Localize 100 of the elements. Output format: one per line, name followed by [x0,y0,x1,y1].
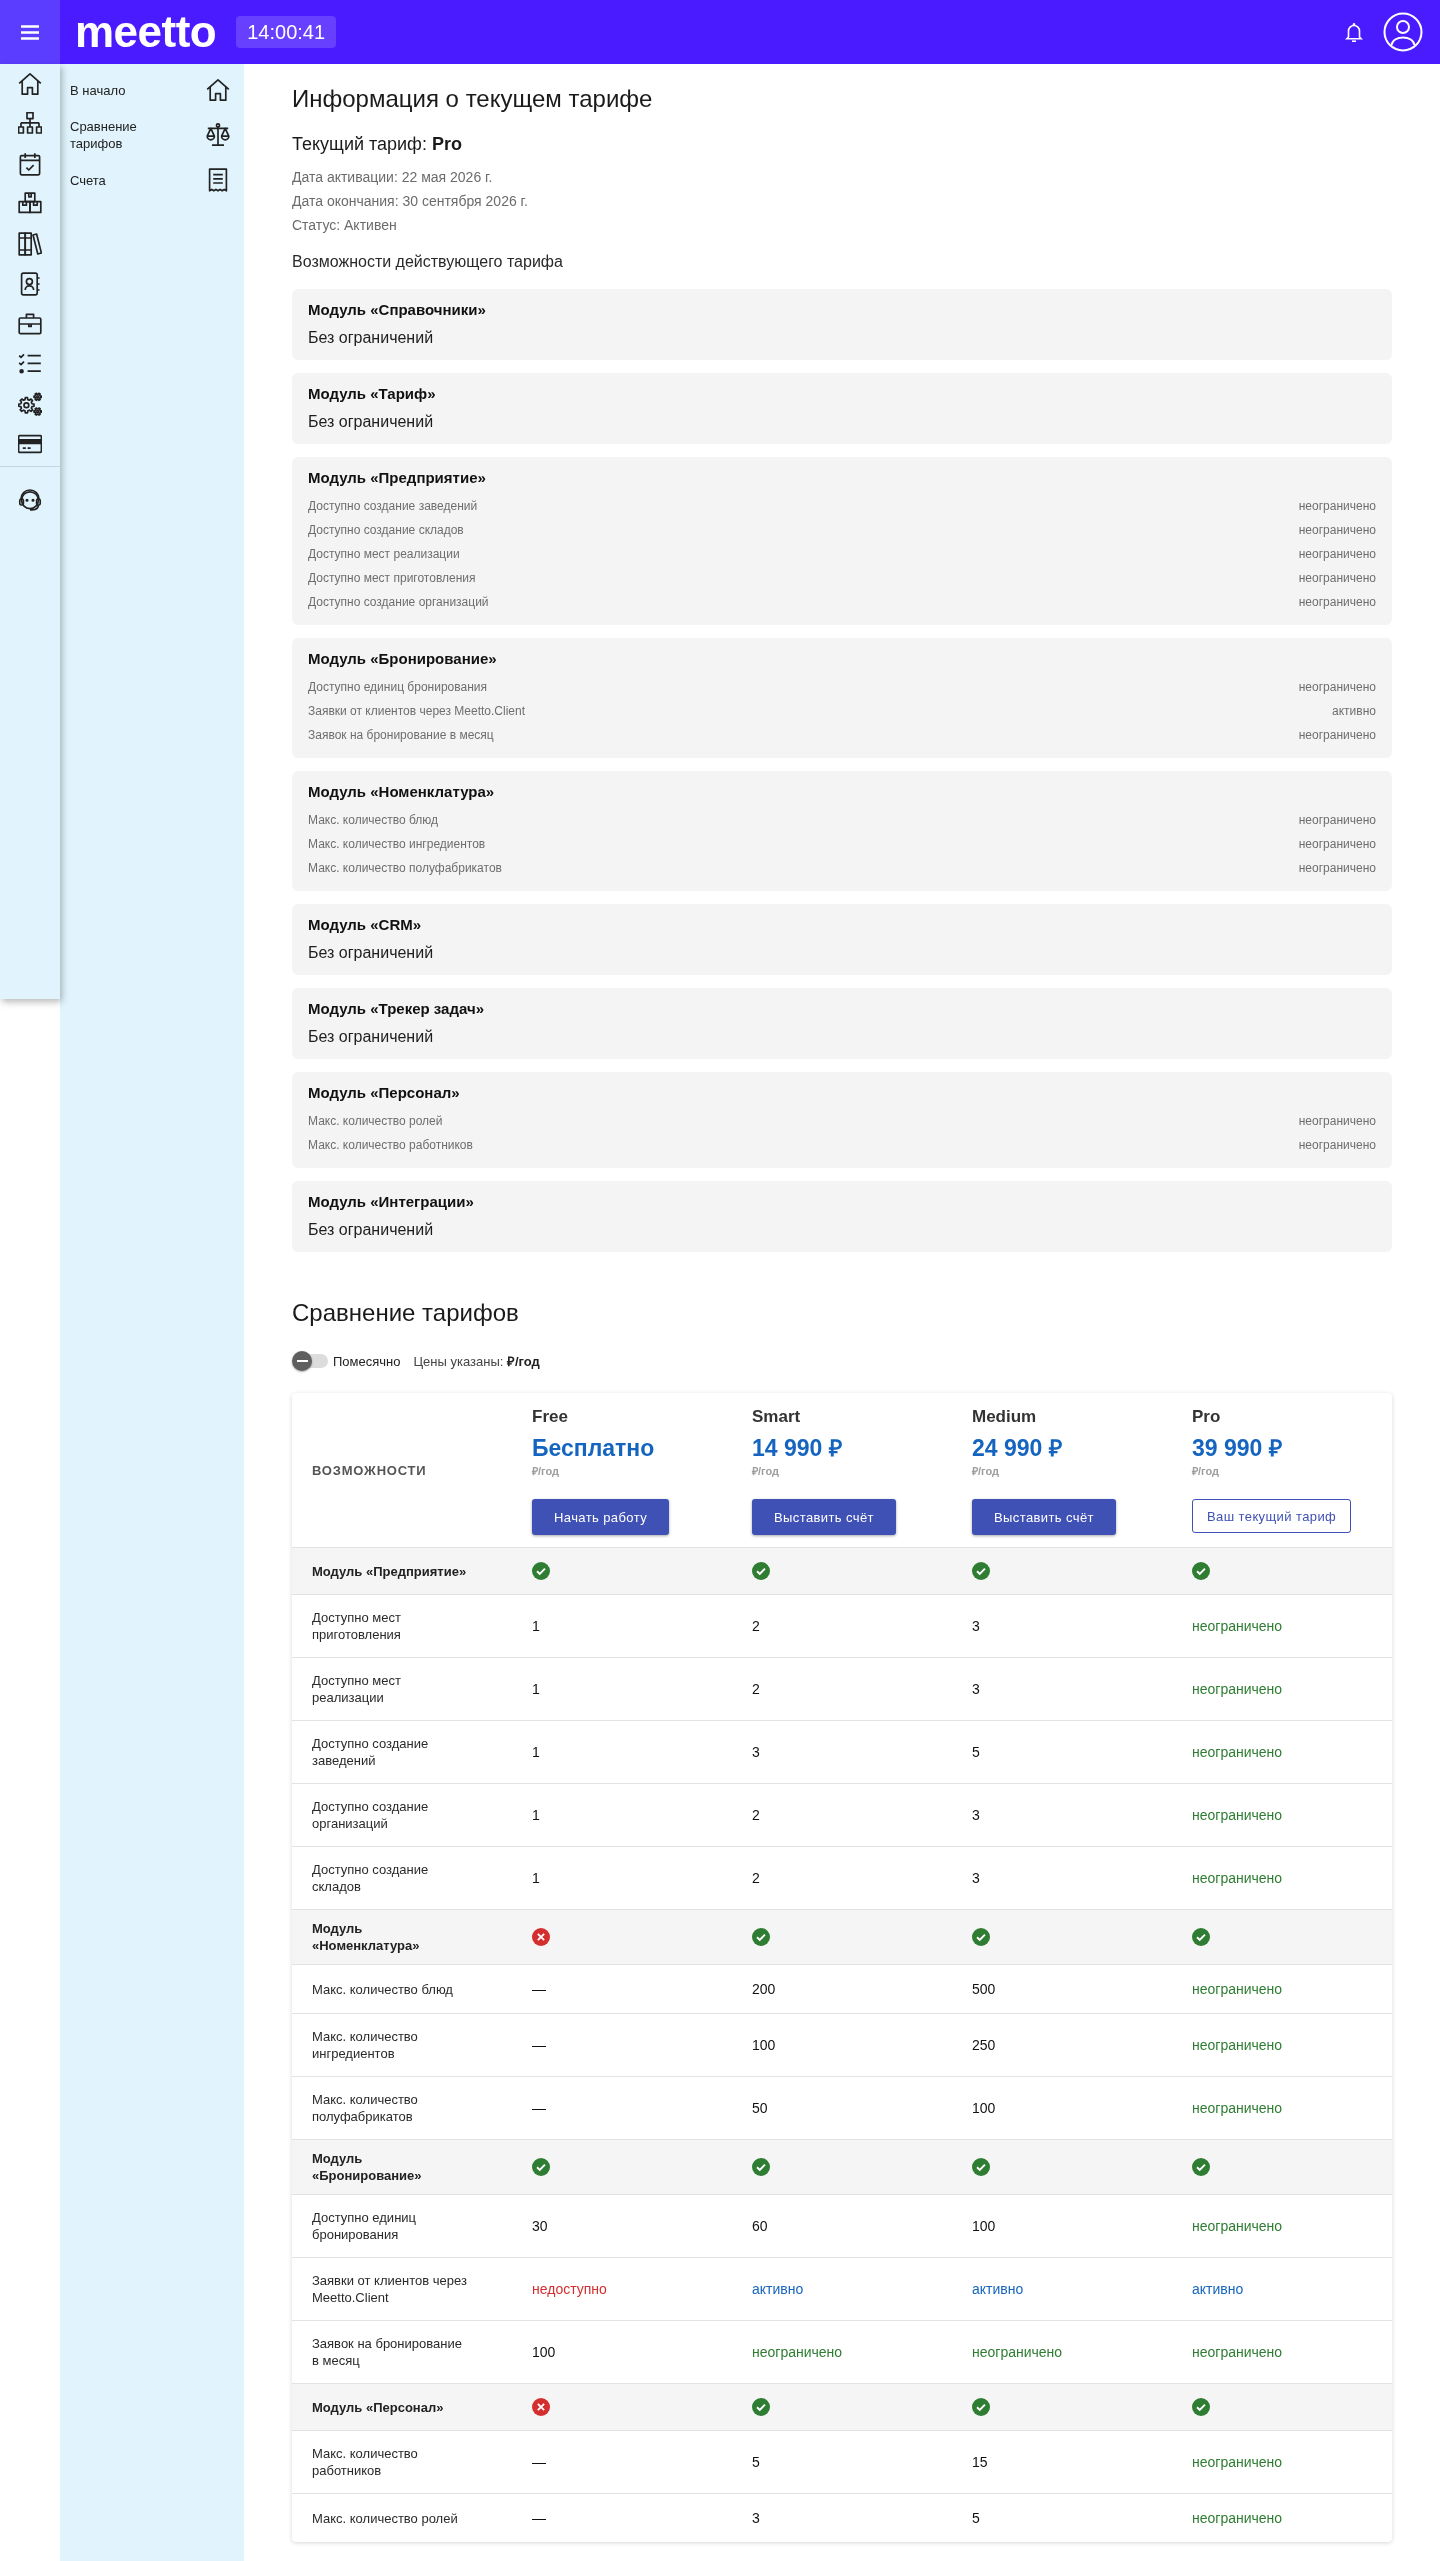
table-cell: 60 [752,2217,768,2235]
price-period: ₽/год [972,1464,1000,1478]
plan-action-button[interactable]: Начать работу [532,1499,670,1535]
table-cell: неограничено [1192,1680,1283,1698]
price-period: ₽/год [752,1464,780,1478]
contact-book-icon[interactable] [18,272,42,296]
section-title: Информация о текущем тарифе [292,84,654,114]
limit-value: активно [1332,703,1376,720]
org-chart-icon[interactable] [18,112,42,136]
table-cell: 100 [752,2036,776,2054]
limit-value: неограничено [1298,1113,1376,1130]
table-cell: — [532,2099,546,2117]
module-title: Модуль «CRM» [308,916,423,934]
scales-icon [206,123,230,147]
table-cell: 3 [752,2509,760,2527]
calendar-check-icon[interactable] [18,152,42,176]
nav-link[interactable]: В начало [60,70,244,110]
price-period: ₽/год [532,1464,560,1478]
plan-detail: Дата активации: 22 мая 2026 г. [292,168,494,187]
menu-button[interactable] [0,0,60,64]
profile-icon[interactable] [1383,12,1423,52]
column-heading: ВОЗМОЖНОСТИ [312,1462,427,1478]
table-cell: — [532,2509,546,2527]
plan-price: 14 990 ₽ [752,1434,842,1462]
boxes-icon[interactable] [18,192,42,216]
nav-link[interactable]: Счета [60,160,244,200]
current-plan-button[interactable]: Ваш текущий тариф [1192,1499,1352,1533]
limit-value: неограничено [1298,594,1376,611]
limit-value: неограничено [1298,522,1376,539]
table-cell: 15 [972,2453,988,2471]
feature-name: Доступно мест приготовления [312,1609,402,1643]
plan-price: 24 990 ₽ [972,1434,1062,1462]
limit-label: Доступно создание заведений [308,498,478,515]
feature-name: Макс. количество работников [312,2445,419,2479]
limit-value: неограничено [1298,860,1376,877]
feature-name: Макс. количество полуфабрикатов [312,2091,419,2125]
limit-label: Макс. количество работников [308,1137,473,1154]
module-summary: Без ограничений [308,412,435,432]
logo[interactable]: meetto [75,10,217,54]
plan-detail: Статус: Активен [292,216,398,235]
plan-name: Smart [752,1406,801,1428]
receipt-icon [206,168,230,192]
module-title: Модуль «Персонал» [308,1084,461,1102]
module-title: Модуль «Тариф» [308,385,437,403]
table-cell: активно [752,2280,804,2298]
module-title: Модуль «Бронирование» [308,650,498,668]
table-cell: 100 [972,2099,996,2117]
home-icon [206,78,230,102]
limit-value: неограничено [1298,546,1376,563]
table-cell: активно [972,2280,1024,2298]
plan-name: Free [532,1406,568,1428]
module-name: Модуль «Предприятие» [312,1562,467,1580]
feature-name: Макс. количество ингредиентов [312,2028,419,2062]
table-cell: недоступно [532,2280,607,2298]
table-cell: неограничено [1192,1743,1283,1761]
feature-name: Доступно создание заведений [312,1735,430,1769]
module-summary: Без ограничений [308,1027,435,1047]
notification-bell-icon[interactable] [1345,22,1363,42]
limit-label: Доступно создание складов [308,522,464,539]
table-cell: — [532,1980,546,1998]
gears-icon[interactable] [18,392,42,416]
subsection-title: Возможности действующего тарифа [292,252,564,272]
feature-name: Заявок на бронирование в месяц [312,2335,463,2369]
module-summary: Без ограничений [308,943,435,963]
limit-label: Макс. количество ингредиентов [308,836,486,853]
plan-detail: Дата окончания: 30 сентября 2026 г. [292,192,529,211]
table-cell: — [532,2036,546,2054]
table-cell: неограничено [1192,1806,1283,1824]
table-cell: 5 [972,2509,980,2527]
table-cell: 1 [532,1743,540,1761]
module-name: Модуль «Персонал» [312,2398,444,2416]
nav-link[interactable]: Сравнение тарифов [60,114,244,156]
plan-action-button[interactable]: Выставить счёт [752,1499,896,1535]
plan-action-button[interactable]: Выставить счёт [972,1499,1116,1535]
home-icon[interactable] [18,72,42,96]
module-title: Модуль «Справочники» [308,301,487,319]
table-cell: 2 [752,1869,760,1887]
switch-label: Помесячно [333,1353,401,1369]
table-cell: 1 [532,1617,540,1635]
credit-card-icon[interactable] [18,432,42,456]
feature-name: Заявки от клиентов через Meetto.Client [312,2272,468,2306]
table-cell: 100 [532,2343,556,2361]
headset-icon[interactable] [18,487,42,511]
table-cell: 2 [752,1617,760,1635]
briefcase-icon[interactable] [18,312,42,336]
feature-name: Доступно единиц бронирования [312,2209,418,2243]
limit-label: Доступно мест реализации [308,546,460,563]
checklist-icon[interactable] [18,352,42,376]
table-cell: неограничено [1192,2343,1283,2361]
table-cell: 1 [532,1806,540,1824]
module-title: Модуль «Предприятие» [308,469,487,487]
limit-value: неограничено [1298,727,1376,744]
limit-label: Макс. количество блюд [308,812,439,829]
table-cell: 500 [972,1980,996,1998]
feature-name: Макс. количество блюд [312,1980,453,1998]
books-icon[interactable] [18,232,42,256]
monthly-switch[interactable] [292,1351,328,1371]
table-cell: 100 [972,2217,996,2235]
module-name: Модуль «Номенклатура» [312,1920,421,1954]
limit-value: неограничено [1298,836,1376,853]
